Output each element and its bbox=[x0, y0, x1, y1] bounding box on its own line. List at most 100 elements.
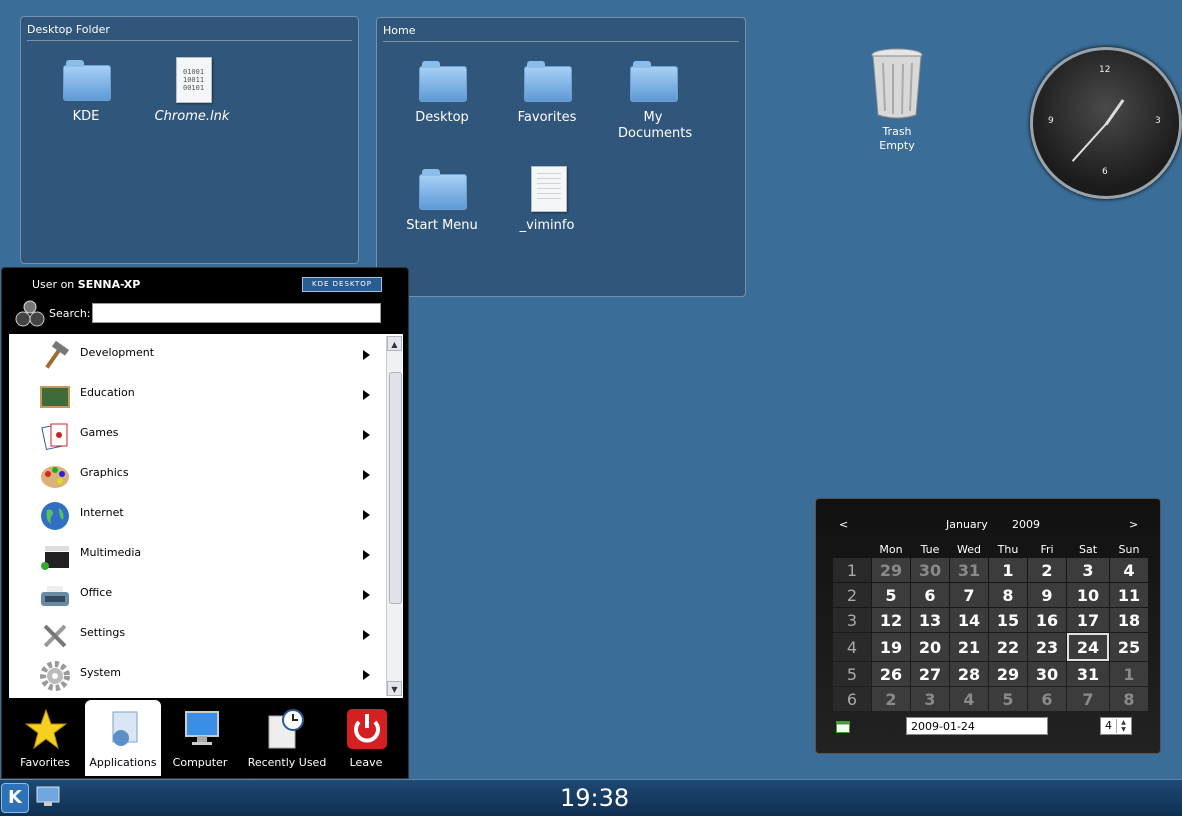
tab-computer[interactable]: Computer bbox=[162, 700, 238, 776]
calendar-day[interactable]: 6 bbox=[1028, 687, 1066, 711]
calendar-day-selected[interactable]: 24 bbox=[1067, 633, 1109, 661]
kde-menu-button[interactable]: K bbox=[1, 783, 29, 813]
calendar-day[interactable]: 2 bbox=[1028, 558, 1066, 582]
tab-leave[interactable]: Leave bbox=[328, 700, 404, 776]
calendar-day[interactable]: 3 bbox=[911, 687, 949, 711]
date-input[interactable]: 2009-01-24 bbox=[906, 717, 1048, 735]
app-category-development[interactable]: Development bbox=[9, 336, 385, 376]
calendar-day[interactable]: 11 bbox=[1110, 583, 1148, 607]
prev-month-button[interactable]: < bbox=[839, 518, 848, 531]
desktop-item-chrome-lnk[interactable]: 01001 10011 00101 Chrome.lnk bbox=[147, 55, 237, 125]
home-item-start-menu[interactable]: Start Menu bbox=[397, 164, 487, 234]
calendar-day[interactable]: 18 bbox=[1110, 608, 1148, 632]
calendar-day[interactable]: 30 bbox=[911, 558, 949, 582]
clock-numeral: 6 bbox=[1102, 167, 1108, 177]
app-category-education[interactable]: Education bbox=[9, 376, 385, 416]
globe-icon bbox=[41, 502, 69, 530]
launcher-tabs: Favorites Applications Computer Recently… bbox=[2, 700, 408, 778]
kde-desktop-logo: KDE DESKTOP bbox=[302, 277, 382, 292]
home-item-viminfo[interactable]: _viminfo bbox=[502, 164, 592, 234]
calendar-day[interactable]: 1 bbox=[1110, 662, 1148, 686]
search-input[interactable] bbox=[92, 303, 381, 323]
scroll-thumb[interactable] bbox=[389, 372, 402, 604]
calendar-day[interactable]: 7 bbox=[950, 583, 988, 607]
spin-arrows[interactable]: ▲ ▼ bbox=[1116, 719, 1130, 733]
show-desktop-icon[interactable] bbox=[36, 786, 60, 808]
calendar-day[interactable]: 5 bbox=[989, 687, 1027, 711]
calendar-day[interactable]: 1 bbox=[989, 558, 1027, 582]
desktop-item-kde[interactable]: KDE bbox=[41, 55, 131, 125]
scroll-up-button[interactable]: ▲ bbox=[387, 336, 402, 351]
submenu-arrow-icon bbox=[363, 510, 370, 520]
home-item-label: _viminfo bbox=[519, 218, 575, 233]
calendar-day[interactable]: 8 bbox=[989, 583, 1027, 607]
app-category-label: Multimedia bbox=[80, 546, 142, 559]
calendar-day[interactable]: 22 bbox=[989, 633, 1027, 661]
weekday-header: Thu bbox=[997, 543, 1019, 556]
calendar-month[interactable]: January bbox=[946, 518, 988, 531]
calendar-day[interactable]: 19 bbox=[872, 633, 910, 661]
taskbar-clock[interactable]: 19:38 bbox=[560, 784, 629, 812]
calendar-day[interactable]: 20 bbox=[911, 633, 949, 661]
app-category-internet[interactable]: Internet bbox=[9, 496, 385, 536]
calendar-day[interactable]: 13 bbox=[911, 608, 949, 632]
app-category-office[interactable]: Office bbox=[9, 576, 385, 616]
calendar-day[interactable]: 3 bbox=[1067, 558, 1109, 582]
home-item-my-documents[interactable]: My Documents bbox=[608, 56, 698, 142]
home-folder-title: Home bbox=[383, 24, 416, 37]
app-category-games[interactable]: Games bbox=[9, 416, 385, 456]
today-calendar-icon[interactable] bbox=[836, 719, 850, 733]
submenu-arrow-icon bbox=[363, 550, 370, 560]
home-item-desktop[interactable]: Desktop bbox=[397, 56, 487, 126]
calendar-day[interactable]: 4 bbox=[1110, 558, 1148, 582]
submenu-arrow-icon bbox=[363, 590, 370, 600]
calendar-day[interactable]: 16 bbox=[1028, 608, 1066, 632]
tab-label: Leave bbox=[349, 756, 383, 769]
calendar-day[interactable]: 9 bbox=[1028, 583, 1066, 607]
analog-clock-widget: 12 3 6 9 bbox=[1030, 47, 1182, 199]
folder-icon bbox=[524, 61, 572, 102]
next-month-button[interactable]: > bbox=[1129, 518, 1138, 531]
app-category-graphics[interactable]: Graphics bbox=[9, 456, 385, 496]
tab-favorites[interactable]: Favorites bbox=[7, 700, 83, 776]
home-item-label: Start Menu bbox=[406, 218, 478, 233]
calendar-day[interactable]: 17 bbox=[1067, 608, 1109, 632]
calendar-day[interactable]: 10 bbox=[1067, 583, 1109, 607]
calendar-day[interactable]: 5 bbox=[872, 583, 910, 607]
app-category-settings[interactable]: Settings bbox=[9, 616, 385, 656]
calendar-day[interactable]: 30 bbox=[1028, 662, 1066, 686]
calendar-day[interactable]: 29 bbox=[872, 558, 910, 582]
home-item-label: Favorites bbox=[517, 110, 577, 125]
scroll-down-button[interactable]: ▼ bbox=[387, 681, 402, 696]
calendar-day[interactable]: 15 bbox=[989, 608, 1027, 632]
application-list: Development Education Games Graphics Int… bbox=[9, 334, 403, 698]
tab-applications[interactable]: Applications bbox=[85, 700, 161, 776]
app-category-multimedia[interactable]: Multimedia bbox=[9, 536, 385, 576]
trash[interactable]: Trash Empty bbox=[852, 47, 942, 153]
calendar-day[interactable]: 8 bbox=[1110, 687, 1148, 711]
calendar-day[interactable]: 26 bbox=[872, 662, 910, 686]
calendar-day[interactable]: 12 bbox=[872, 608, 910, 632]
calendar-day[interactable]: 25 bbox=[1110, 633, 1148, 661]
folder-icon bbox=[419, 169, 467, 210]
tab-recently-used[interactable]: Recently Used bbox=[245, 700, 329, 776]
week-spinbox[interactable]: 4 ▲ ▼ bbox=[1100, 717, 1132, 735]
calendar-day[interactable]: 23 bbox=[1028, 633, 1066, 661]
calendar-year[interactable]: 2009 bbox=[1012, 518, 1040, 531]
chalkboard-icon bbox=[40, 386, 70, 408]
app-category-label: System bbox=[80, 666, 122, 679]
app-category-system[interactable]: System bbox=[9, 656, 385, 696]
calendar-day[interactable]: 6 bbox=[911, 583, 949, 607]
calendar-day[interactable]: 27 bbox=[911, 662, 949, 686]
calendar-day[interactable]: 29 bbox=[989, 662, 1027, 686]
calendar-day[interactable]: 2 bbox=[872, 687, 910, 711]
calendar-day[interactable]: 14 bbox=[950, 608, 988, 632]
home-item-favorites[interactable]: Favorites bbox=[502, 56, 592, 126]
calendar-day[interactable]: 31 bbox=[1067, 662, 1109, 686]
calendar-day[interactable]: 4 bbox=[950, 687, 988, 711]
calendar-day[interactable]: 21 bbox=[950, 633, 988, 661]
calendar-day[interactable]: 31 bbox=[950, 558, 988, 582]
app-list-scrollbar[interactable]: ▲ ▼ bbox=[386, 336, 402, 696]
calendar-day[interactable]: 28 bbox=[950, 662, 988, 686]
calendar-day[interactable]: 7 bbox=[1067, 687, 1109, 711]
